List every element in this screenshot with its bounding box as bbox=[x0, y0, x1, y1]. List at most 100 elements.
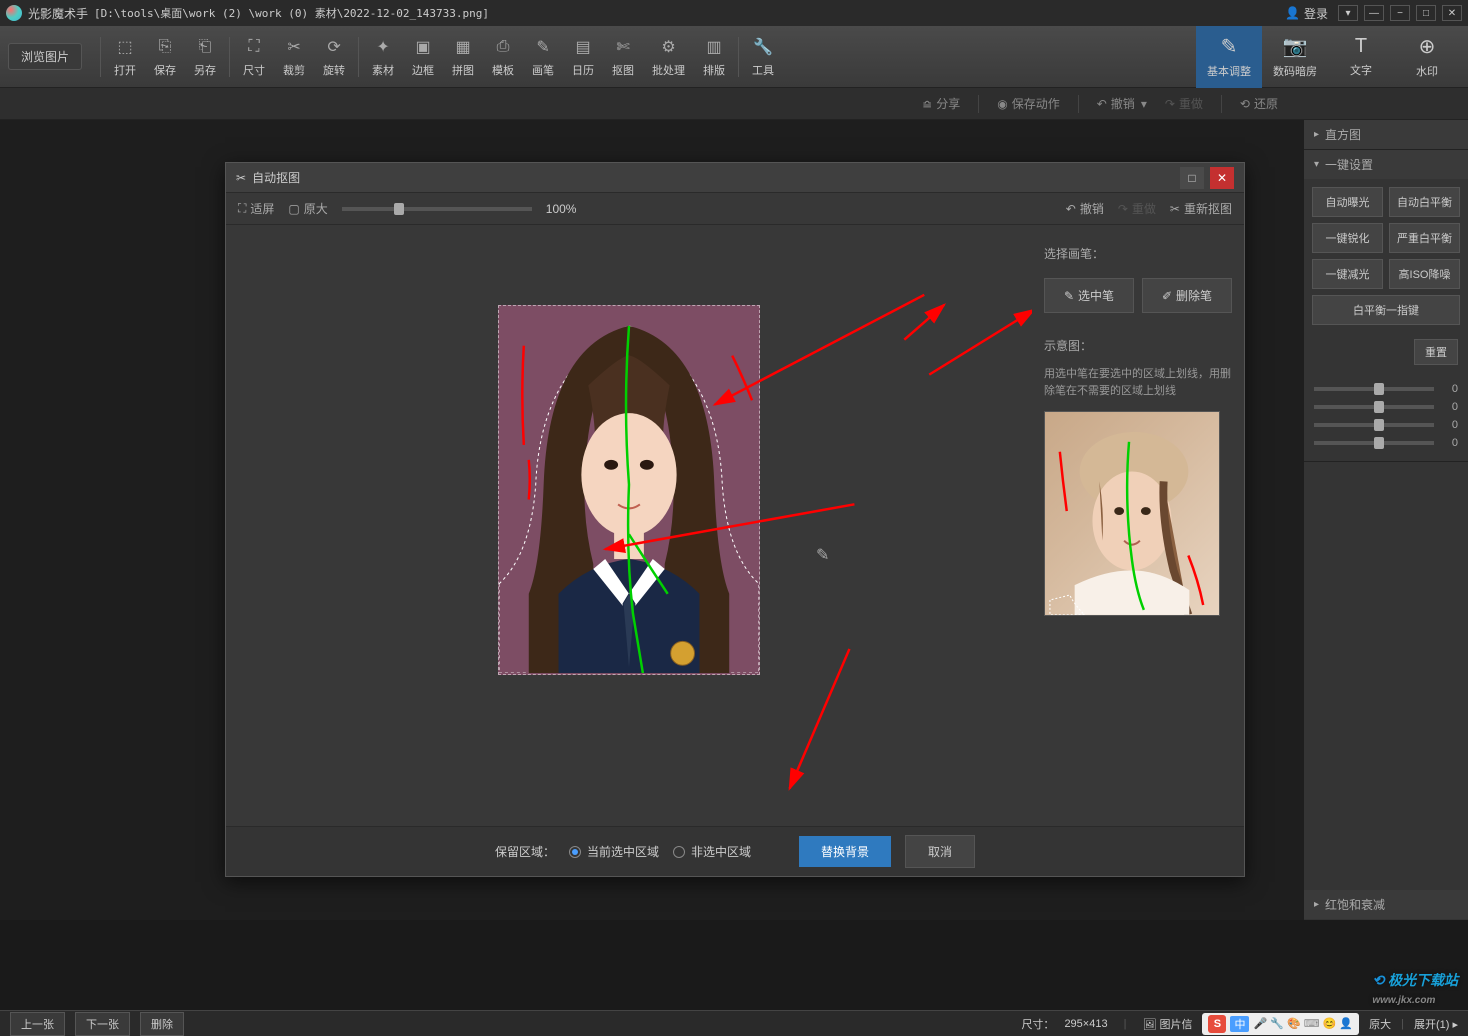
resize-icon: ⛶ bbox=[243, 36, 265, 58]
zoom-slider[interactable] bbox=[342, 207, 532, 211]
edit-icon: ✎ bbox=[1221, 34, 1238, 59]
tool-frame[interactable]: ▣边框 bbox=[403, 32, 443, 82]
modal-undo[interactable]: ↶撤销 bbox=[1066, 200, 1104, 217]
tab-basic[interactable]: ✎基本调整 bbox=[1196, 26, 1262, 88]
modal-close[interactable]: ✕ bbox=[1210, 167, 1234, 189]
original-size-button[interactable]: ▢原大 bbox=[288, 200, 327, 217]
modal-sidebar: 选择画笔： ✎选中笔 ✐删除笔 示意图： 用选中笔在要选中的区域上划线，用删除笔… bbox=[1032, 225, 1244, 826]
material-icon: ✦ bbox=[372, 36, 394, 58]
wb-onekey-button[interactable]: 白平衡一指键 bbox=[1312, 295, 1460, 325]
layout-icon: ▥ bbox=[703, 36, 725, 58]
fit-screen-button[interactable]: ⛶适屏 bbox=[238, 200, 274, 217]
app-logo bbox=[6, 5, 22, 21]
share-button[interactable]: ⪮分享 bbox=[922, 95, 960, 112]
modal-toolbar: ⛶适屏 ▢原大 100% ↶撤销 ↷重做 ✂重新抠图 bbox=[226, 193, 1244, 225]
original-size-status[interactable]: 原大 bbox=[1369, 1016, 1391, 1032]
quick-settings-header[interactable]: 一键设置 bbox=[1304, 150, 1468, 179]
drop-button[interactable]: ▾ bbox=[1338, 5, 1358, 21]
modal-redo[interactable]: ↷重做 bbox=[1118, 200, 1156, 217]
histogram-header[interactable]: 直方图 bbox=[1304, 120, 1468, 149]
zoom-value: 100% bbox=[546, 202, 577, 216]
tool-rotate[interactable]: ⟳旋转 bbox=[314, 32, 354, 82]
brush-icon: ✎ bbox=[532, 36, 554, 58]
radio-not-selected[interactable]: 非选中区域 bbox=[673, 843, 751, 860]
tool-group-file: ⬚打开 ⎘保存 ⎗另存 bbox=[105, 32, 225, 82]
iso-nr-button[interactable]: 高ISO降噪 bbox=[1389, 259, 1460, 289]
tab-text[interactable]: T文字 bbox=[1328, 26, 1394, 88]
tool-size[interactable]: ⛶尺寸 bbox=[234, 32, 274, 82]
expand-button[interactable]: 展开(1) ▸ bbox=[1414, 1016, 1458, 1032]
undo-button[interactable]: ↶撤销▾ bbox=[1097, 95, 1147, 112]
dim-button[interactable]: 一键减光 bbox=[1312, 259, 1383, 289]
wand-icon: ✂ bbox=[236, 171, 246, 185]
watermark-text: ⟲ 极光下载站 www.jkx.com bbox=[1372, 970, 1458, 1006]
save-action-button[interactable]: ◉保存动作 bbox=[997, 95, 1060, 112]
brush-label: 选择画笔： bbox=[1044, 245, 1232, 262]
tool-template[interactable]: ⎙模板 bbox=[483, 32, 523, 82]
login-label: 登录 bbox=[1304, 5, 1328, 22]
next-button[interactable]: 下一张 bbox=[75, 1012, 130, 1036]
tool-open[interactable]: ⬚打开 bbox=[105, 32, 145, 82]
auto-exposure-button[interactable]: 自动曝光 bbox=[1312, 187, 1383, 217]
img-info-label[interactable]: 🖼 图片信 bbox=[1142, 1016, 1192, 1032]
keep-area-label: 保留区域： bbox=[495, 843, 555, 860]
original-icon: ▢ bbox=[288, 202, 299, 216]
tab-darkroom[interactable]: 📷数码暗房 bbox=[1262, 26, 1328, 88]
close-button[interactable]: ✕ bbox=[1442, 5, 1462, 21]
prev-button[interactable]: 上一张 bbox=[10, 1012, 65, 1036]
redo-button[interactable]: ↷重做 bbox=[1165, 95, 1203, 112]
sliders-group: 0 0 0 0 bbox=[1304, 371, 1468, 461]
select-pen-button[interactable]: ✎选中笔 bbox=[1044, 278, 1134, 313]
tool-collage[interactable]: ▦拼图 bbox=[443, 32, 483, 82]
tool-material[interactable]: ✦素材 bbox=[363, 32, 403, 82]
undo-icon: ↶ bbox=[1066, 202, 1076, 216]
tool-brush[interactable]: ✎画笔 bbox=[523, 32, 563, 82]
tool-save[interactable]: ⎘保存 bbox=[145, 32, 185, 82]
size-label: 尺寸： bbox=[1021, 1016, 1054, 1032]
modal-title-label: 自动抠图 bbox=[252, 169, 300, 186]
replace-bg-button[interactable]: 替换背景 bbox=[799, 836, 891, 867]
recut-button[interactable]: ✂重新抠图 bbox=[1170, 200, 1232, 217]
tool-tools[interactable]: 🔧工具 bbox=[743, 32, 783, 82]
login-button[interactable]: 👤 登录 bbox=[1285, 5, 1328, 22]
browse-button[interactable]: 浏览图片 bbox=[8, 43, 82, 70]
maximize-button[interactable]: □ bbox=[1416, 5, 1436, 21]
tool-saveas[interactable]: ⎗另存 bbox=[185, 32, 225, 82]
tool-cutout[interactable]: ✄抠图 bbox=[603, 32, 643, 82]
slider-3[interactable] bbox=[1314, 423, 1434, 427]
action-bar: ⪮分享 ◉保存动作 ↶撤销▾ ↷重做 ⟲还原 bbox=[0, 88, 1468, 120]
tool-layout[interactable]: ▥排版 bbox=[694, 32, 734, 82]
minimize-button[interactable]: − bbox=[1390, 5, 1410, 21]
pin-button[interactable]: — bbox=[1364, 5, 1384, 21]
slider-1[interactable] bbox=[1314, 387, 1434, 391]
slider-4[interactable] bbox=[1314, 441, 1434, 445]
tool-crop[interactable]: ✂裁剪 bbox=[274, 32, 314, 82]
undo-icon: ↶ bbox=[1097, 97, 1107, 111]
restore-button[interactable]: ⟲还原 bbox=[1240, 95, 1278, 112]
slider-2[interactable] bbox=[1314, 405, 1434, 409]
delete-pen-button[interactable]: ✐删除笔 bbox=[1142, 278, 1232, 313]
strong-wb-button[interactable]: 严重白平衡 bbox=[1389, 223, 1460, 253]
eraser-icon: ✐ bbox=[1162, 289, 1172, 303]
auto-wb-button[interactable]: 自动白平衡 bbox=[1389, 187, 1460, 217]
cutout-icon: ✄ bbox=[612, 36, 634, 58]
info-icon: 🖼 bbox=[1142, 1019, 1156, 1031]
tool-calendar[interactable]: ▤日历 bbox=[563, 32, 603, 82]
ime-bar[interactable]: S 中 🎤 🔧 🎨 ⌨ 😊 👤 bbox=[1202, 1013, 1359, 1035]
modal-canvas[interactable]: ✎ bbox=[226, 225, 1032, 826]
brush-cursor-icon: ✎ bbox=[816, 545, 829, 565]
cancel-button[interactable]: 取消 bbox=[905, 835, 975, 868]
tab-watermark[interactable]: ⊕水印 bbox=[1394, 26, 1460, 88]
saveas-icon: ⎗ bbox=[194, 36, 216, 58]
status-bar: 上一张 下一张 删除 尺寸： 295×413 | 🖼 图片信 S 中 🎤 🔧 🎨… bbox=[0, 1010, 1468, 1036]
delete-button[interactable]: 删除 bbox=[140, 1012, 184, 1036]
radio-current[interactable]: 当前选中区域 bbox=[569, 843, 659, 860]
crop-icon: ✂ bbox=[283, 36, 305, 58]
reset-button[interactable]: 重置 bbox=[1414, 339, 1458, 365]
modal-maximize[interactable]: □ bbox=[1180, 167, 1204, 189]
tool-batch[interactable]: ⚙批处理 bbox=[643, 32, 694, 82]
redo-icon: ↷ bbox=[1165, 97, 1175, 111]
sharpen-button[interactable]: 一键锐化 bbox=[1312, 223, 1383, 253]
red-sat-header[interactable]: 红饱和衰减 bbox=[1304, 890, 1468, 919]
open-icon: ⬚ bbox=[114, 36, 136, 58]
